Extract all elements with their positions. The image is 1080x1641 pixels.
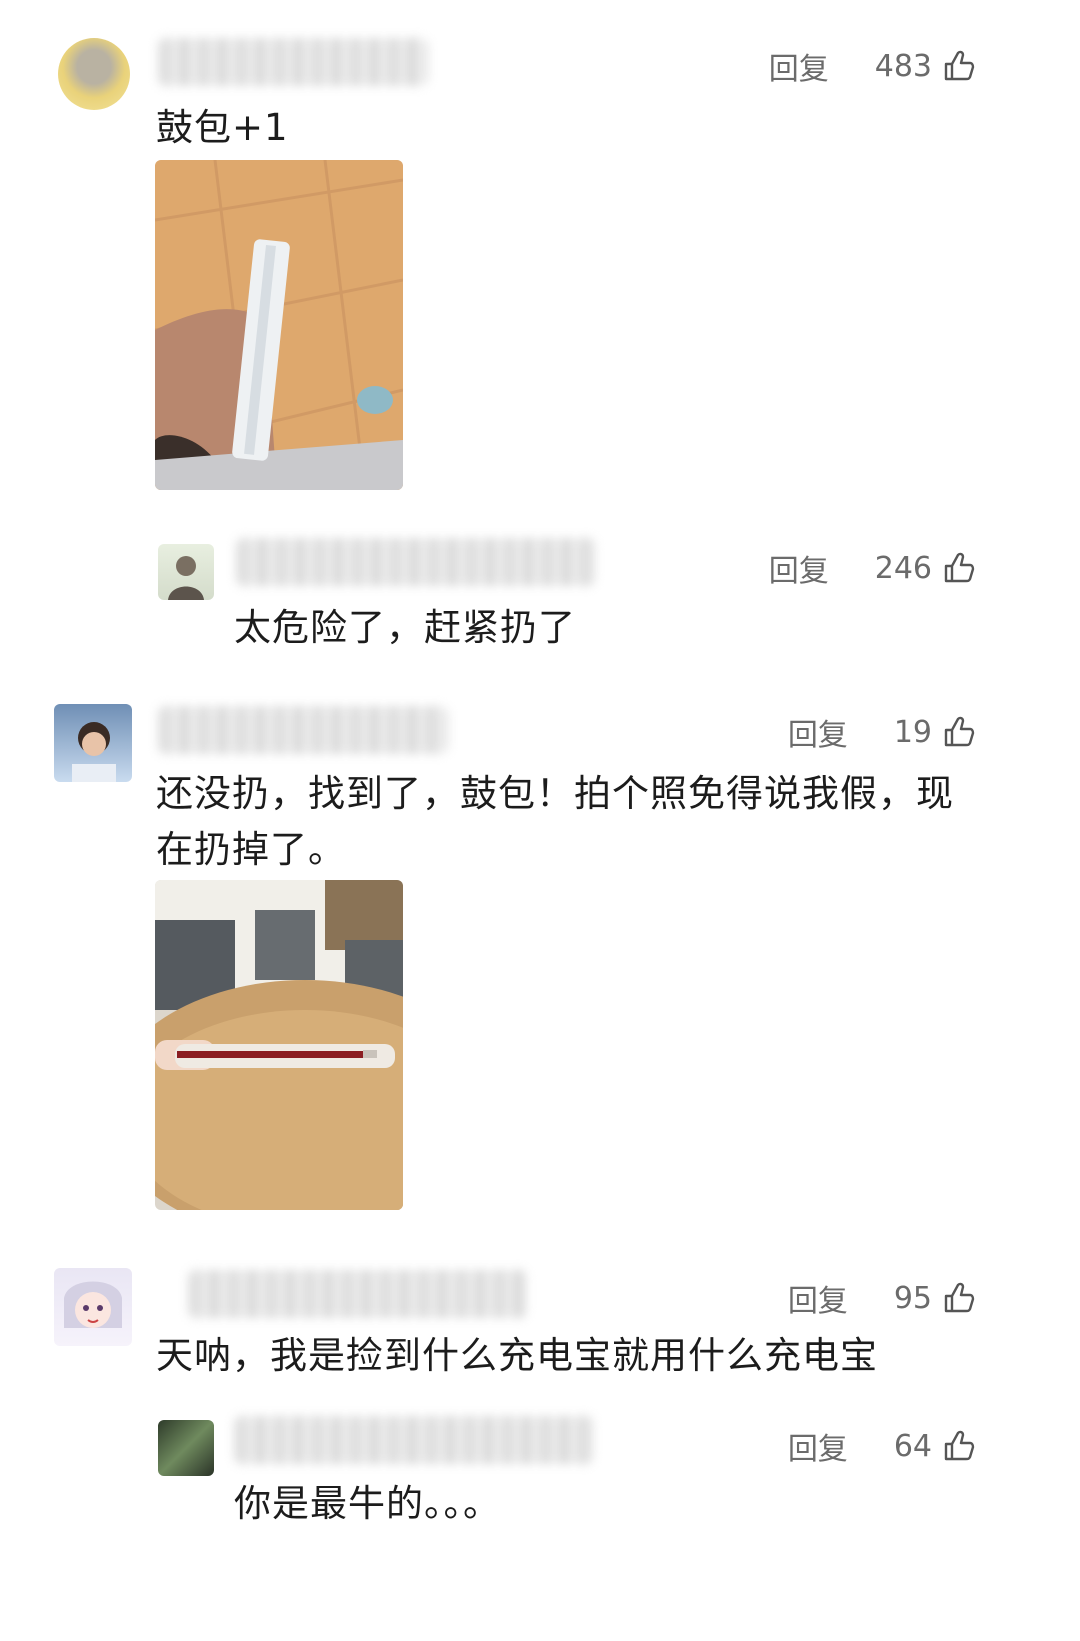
thumbs-up-icon[interactable] [942, 49, 976, 83]
avatar[interactable] [158, 544, 214, 600]
thumbs-up-icon[interactable] [942, 1281, 976, 1315]
like-count: 483 [874, 48, 932, 84]
comment-text: 你是最牛的。。。 [234, 1482, 501, 1525]
thumbs-up-icon[interactable] [942, 551, 976, 585]
comment-text: 鼓包+1 [156, 106, 289, 149]
username-blurred[interactable] [234, 1416, 594, 1464]
avatar[interactable] [54, 704, 132, 782]
thumbs-up-icon[interactable] [942, 715, 976, 749]
username-blurred[interactable] [236, 538, 596, 586]
reply-button[interactable]: 回复 [769, 546, 829, 590]
username-blurred[interactable] [158, 38, 428, 86]
reply-button[interactable]: 回复 [788, 1424, 848, 1468]
comment-photo[interactable] [155, 160, 403, 490]
like-count: 64 [893, 1428, 932, 1464]
comment-text-line: 还没扔，找到了，鼓包！拍个照免得说我假，现 [156, 772, 954, 815]
reply-button[interactable]: 回复 [788, 1276, 848, 1320]
reply-button[interactable]: 回复 [769, 44, 829, 88]
comment-actions: 回复 19 [788, 710, 976, 754]
like-count: 19 [893, 714, 932, 750]
like-count: 246 [874, 550, 932, 586]
comment-actions: 回复 64 [788, 1424, 976, 1468]
avatar[interactable] [58, 38, 130, 110]
comment-text-line: 在扔掉了。 [156, 828, 346, 871]
reply-button[interactable]: 回复 [788, 710, 848, 754]
avatar[interactable] [54, 1268, 132, 1346]
username-blurred[interactable] [158, 706, 448, 754]
comment-text: 太危险了，赶紧扔了 [234, 606, 576, 649]
avatar[interactable] [158, 1420, 214, 1476]
comment-actions: 回复 246 [769, 546, 976, 590]
username-blurred[interactable] [188, 1270, 528, 1318]
comment-text: 天呐，我是捡到什么充电宝就用什么充电宝 [156, 1334, 878, 1377]
thumbs-up-icon[interactable] [942, 1429, 976, 1463]
comment-actions: 回复 95 [788, 1276, 976, 1320]
like-count: 95 [893, 1280, 932, 1316]
comment-actions: 回复 483 [769, 44, 976, 88]
comment-photo[interactable] [155, 880, 403, 1210]
